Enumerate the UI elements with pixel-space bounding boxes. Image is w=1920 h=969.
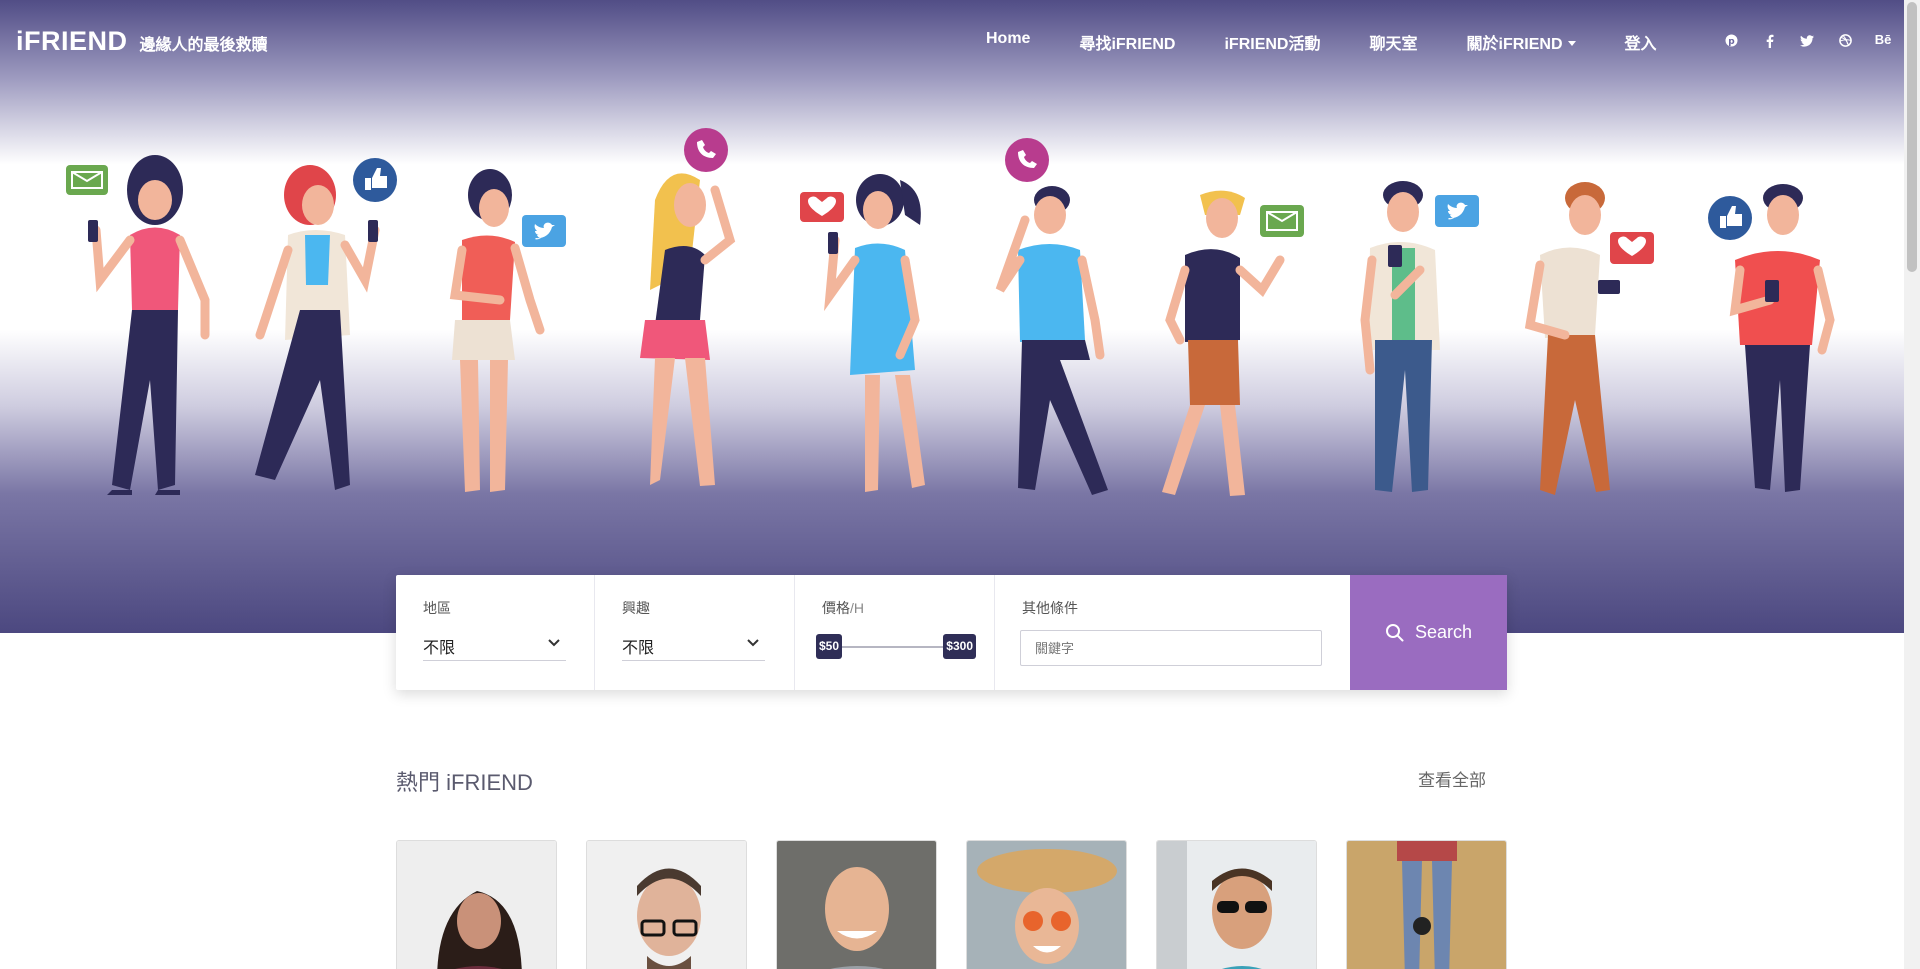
profile-card[interactable]: [776, 840, 937, 969]
nav-ifriend-events[interactable]: iFRIEND活動: [1224, 30, 1320, 54]
profile-card[interactable]: [1156, 840, 1317, 969]
profile-card[interactable]: [396, 840, 557, 969]
region-field: 地區 不限: [396, 575, 595, 690]
top-navbar: iFRIEND 邊緣人的最後救贖 Home 尋找iFRIEND iFRIEND活…: [0, 0, 1904, 80]
region-label: 地區: [423, 600, 451, 616]
nav-login[interactable]: 登入: [1625, 30, 1657, 54]
person-figure: [449, 169, 566, 492]
view-all-link[interactable]: 查看全部: [1418, 766, 1486, 791]
person-figure: [1524, 182, 1654, 495]
person-figure: [1360, 181, 1479, 492]
brand[interactable]: iFRIEND 邊緣人的最後救贖: [16, 26, 268, 57]
other-field: 其他條件: [995, 575, 1350, 690]
profile-photo: [1157, 841, 1316, 969]
profile-card[interactable]: [966, 840, 1127, 969]
price-field: 價格/H $50 $300: [795, 575, 995, 690]
person-figure: [640, 128, 736, 486]
nav-about-dropdown[interactable]: 關於iFRIEND: [1467, 30, 1576, 54]
profile-photo: [967, 841, 1126, 969]
scrollbar-thumb[interactable]: [1907, 2, 1917, 272]
person-figure: [66, 155, 210, 495]
profile-cards: [396, 840, 1536, 969]
nav-find-ifriend[interactable]: 尋找iFRIEND: [1079, 30, 1175, 54]
region-value: 不限: [423, 640, 456, 657]
interest-select[interactable]: 不限: [622, 631, 765, 661]
price-max-handle[interactable]: $300: [943, 634, 976, 659]
search-button-label: Search: [1414, 622, 1473, 642]
pinterest-icon[interactable]: p: [1712, 31, 1750, 49]
section-title: 熱門 iFRIEND: [396, 770, 533, 795]
price-unit: /H: [850, 600, 864, 616]
price-label: 價格/H: [822, 598, 864, 618]
nav-about-label: 關於iFRIEND: [1466, 36, 1563, 53]
brand-name[interactable]: iFRIEND: [16, 26, 128, 57]
interest-value: 不限: [622, 640, 655, 657]
people-illustration: [66, 128, 1835, 496]
profile-photo: [587, 841, 746, 969]
main-nav: Home 尋找iFRIEND iFRIEND活動 聊天室 關於iFRIEND 登…: [986, 30, 1706, 54]
profile-photo: [397, 841, 556, 969]
facebook-icon[interactable]: [1750, 31, 1788, 49]
profile-photo: [777, 841, 936, 969]
search-icon: [1385, 623, 1404, 641]
person-figure: [1708, 184, 1835, 492]
person-figure: [255, 158, 397, 490]
social-links: p Bē: [1712, 31, 1902, 49]
interest-field: 興趣 不限: [595, 575, 795, 690]
chevron-down-icon: [747, 639, 759, 647]
profile-card[interactable]: [586, 840, 747, 969]
profile-photo: [1347, 841, 1506, 969]
price-min-handle[interactable]: $50: [816, 634, 843, 659]
range-track: [840, 646, 956, 648]
person-figure: [1162, 190, 1304, 496]
brand-tagline: 邊緣人的最後救贖: [139, 37, 268, 54]
hero-banner: iFRIEND 邊緣人的最後救贖 Home 尋找iFRIEND iFRIEND活…: [0, 0, 1904, 633]
svg-text:p: p: [1728, 37, 1735, 47]
dribbble-icon[interactable]: [1826, 31, 1864, 49]
price-label-text: 價格: [822, 600, 850, 616]
interest-label: 興趣: [622, 600, 650, 616]
other-label: 其他條件: [1022, 600, 1078, 616]
price-range-slider[interactable]: $50 $300: [816, 633, 976, 663]
page-scrollbar[interactable]: [1904, 0, 1920, 969]
person-figure: [995, 138, 1108, 495]
keyword-input[interactable]: [1020, 630, 1322, 666]
chevron-down-icon: [548, 639, 560, 647]
caret-down-icon: [1567, 41, 1576, 46]
nav-home[interactable]: Home: [986, 30, 1030, 54]
nav-chat-room[interactable]: 聊天室: [1369, 30, 1417, 54]
search-panel: 地區 不限 興趣 不限 價格/H $50 $300 其他條件 Search: [396, 575, 1507, 690]
person-figure: [800, 174, 925, 492]
search-button[interactable]: Search: [1350, 575, 1507, 690]
twitter-icon[interactable]: [1788, 31, 1826, 49]
region-select[interactable]: 不限: [423, 631, 566, 661]
behance-icon[interactable]: Bē: [1864, 31, 1902, 49]
profile-card[interactable]: [1346, 840, 1507, 969]
